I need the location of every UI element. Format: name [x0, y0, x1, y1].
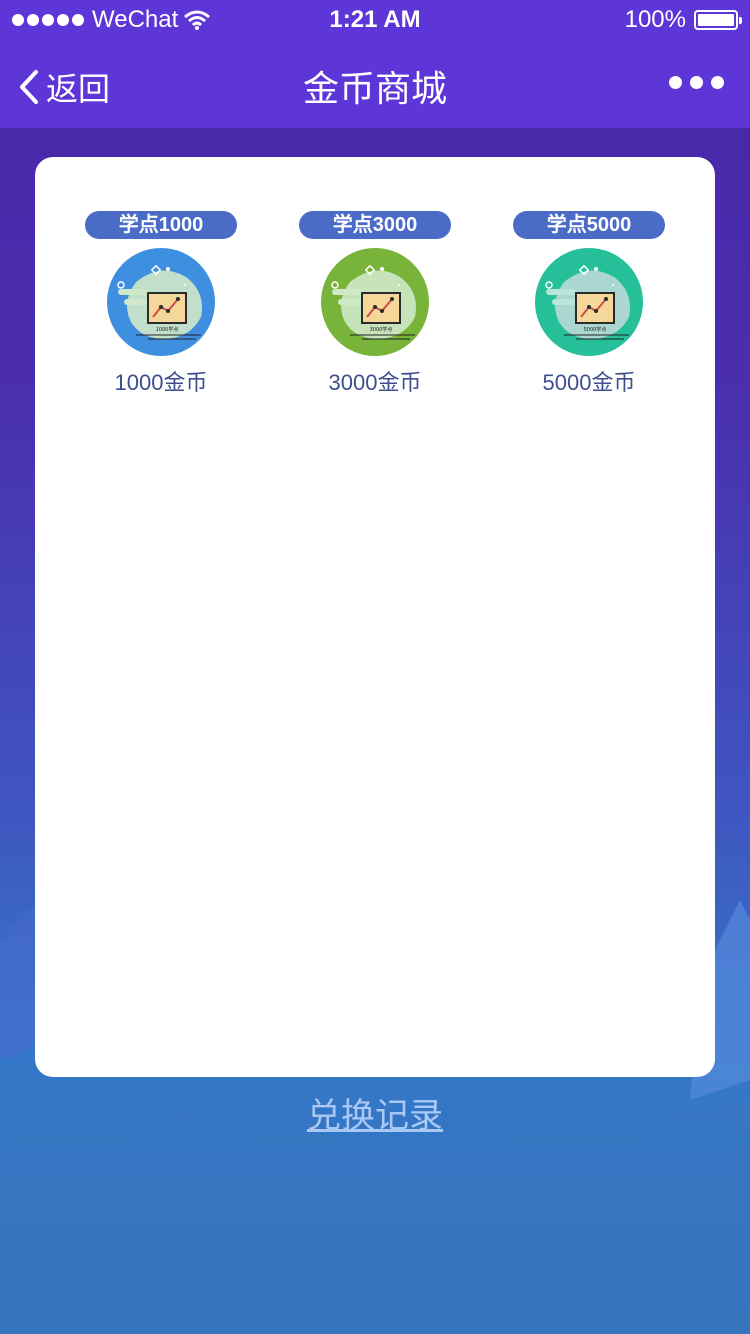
svg-text:1000学点: 1000学点	[156, 326, 179, 333]
more-dot-icon	[711, 76, 724, 89]
coin-chart-icon: 5000学点	[534, 247, 644, 357]
coin-chart-icon: 1000学点	[106, 247, 216, 357]
battery-status: 100%	[624, 6, 742, 34]
svg-text:5000学点: 5000学点	[584, 326, 607, 333]
coin-amount-label: 5000金币	[542, 370, 636, 395]
svg-text:3000学点: 3000学点	[370, 326, 393, 333]
battery-percent: 100%	[624, 6, 686, 33]
status-bar: WeChat 1:21 AM 100%	[0, 0, 750, 40]
product-item[interactable]: 学点5000 5000学点 5000金币	[482, 211, 696, 397]
points-badge: 学点5000	[513, 211, 665, 239]
points-badge: 学点3000	[299, 211, 451, 239]
more-dot-icon	[690, 76, 703, 89]
product-item[interactable]: 学点1000 1000学点 1000金币	[54, 211, 268, 397]
exchange-record-link[interactable]: 兑换记录	[0, 1088, 750, 1137]
product-item[interactable]: 学点3000 3000学点 3000金币	[268, 211, 482, 397]
product-card: 学点1000 1000学点 1000金币 学点3000 3000学点 3000金…	[35, 157, 715, 1077]
points-badge: 学点1000	[85, 211, 237, 239]
battery-icon	[694, 10, 742, 30]
coin-chart-icon: 3000学点	[320, 247, 430, 357]
page-title: 金币商城	[302, 68, 447, 109]
more-menu-button[interactable]	[669, 76, 724, 89]
coin-amount-label: 1000金币	[114, 370, 208, 395]
nav-bar: 返回 金币商城	[0, 40, 750, 128]
more-dot-icon	[669, 76, 682, 89]
coin-amount-label: 3000金币	[328, 370, 422, 395]
